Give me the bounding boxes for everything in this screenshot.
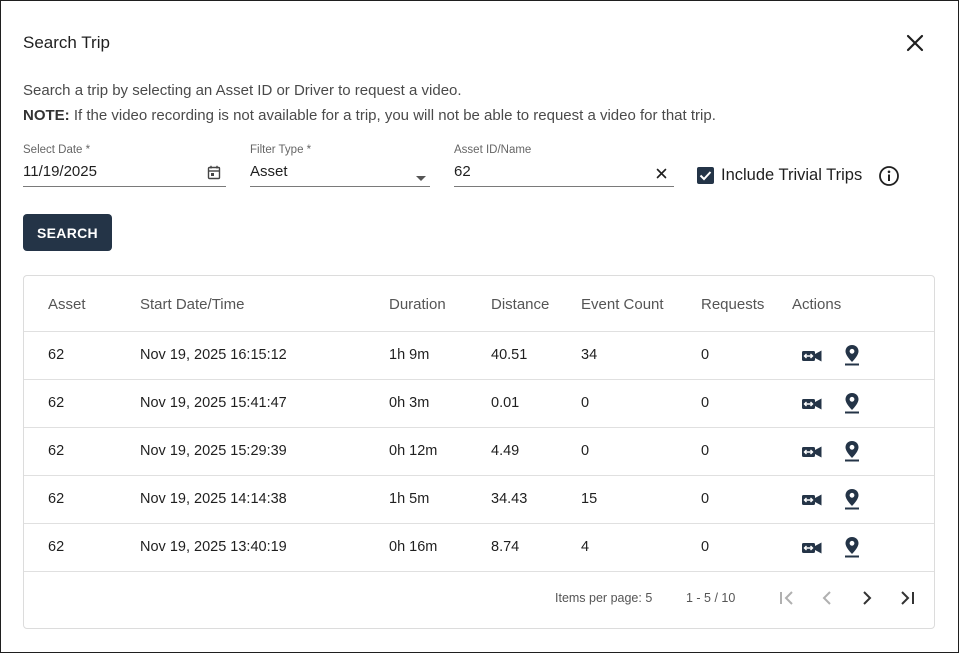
- map-pin-icon[interactable]: [844, 440, 860, 467]
- cell-requests: 0: [701, 539, 710, 555]
- cell-distance: 34.43: [491, 491, 528, 507]
- cell-event-count: 15: [581, 491, 598, 507]
- table-row: 62 Nov 19, 2025 15:41:47 0h 3m 0.01 0 0: [24, 380, 934, 428]
- cell-asset: 62: [48, 443, 65, 459]
- video-request-icon[interactable]: [801, 492, 823, 513]
- date-value: 11/19/2025: [23, 163, 97, 180]
- map-pin-icon[interactable]: [844, 488, 860, 515]
- asset-id-label: Asset ID/Name: [454, 144, 532, 156]
- filter-type-value: Asset: [250, 163, 288, 180]
- cell-duration: 1h 5m: [389, 491, 430, 507]
- asset-id-value: 62: [454, 163, 471, 180]
- asset-id-field[interactable]: Asset ID/Name 62: [454, 144, 674, 187]
- header-distance[interactable]: Distance: [491, 296, 549, 313]
- cell-requests: 0: [701, 347, 710, 363]
- cell-requests: 0: [701, 491, 710, 507]
- info-icon[interactable]: [878, 165, 900, 187]
- cell-start-date-time: Nov 19, 2025 14:14:38: [140, 491, 287, 507]
- date-label: Select Date *: [23, 144, 91, 156]
- cell-distance: 0.01: [491, 395, 520, 411]
- search-button[interactable]: SEARCH: [23, 214, 112, 251]
- last-page-icon[interactable]: [895, 586, 919, 610]
- cell-requests: 0: [701, 395, 710, 411]
- note-line: NOTE: If the video recording is not avai…: [23, 103, 716, 128]
- cell-distance: 4.49: [491, 443, 520, 459]
- cell-asset: 62: [48, 395, 65, 411]
- cell-start-date-time: Nov 19, 2025 15:41:47: [140, 395, 287, 411]
- map-pin-icon[interactable]: [844, 536, 860, 563]
- video-request-icon[interactable]: [801, 396, 823, 417]
- date-field[interactable]: Select Date * 11/19/2025: [23, 144, 226, 187]
- video-request-icon[interactable]: [801, 540, 823, 561]
- filter-type-label: Filter Type *: [250, 144, 312, 156]
- cell-event-count: 0: [581, 443, 590, 459]
- video-request-icon[interactable]: [801, 348, 823, 369]
- note-text: If the video recording is not available …: [69, 107, 716, 124]
- header-actions: Actions: [792, 296, 842, 313]
- video-request-icon[interactable]: [801, 444, 823, 465]
- table-header-row: Asset Start Date/Time Duration Distance …: [24, 276, 934, 332]
- page-range: 1 - 5 / 10: [686, 591, 736, 605]
- cell-distance: 8.74: [491, 539, 520, 555]
- cell-event-count: 0: [581, 395, 590, 411]
- table-row: 62 Nov 19, 2025 13:40:19 0h 16m 8.74 4 0: [24, 524, 934, 572]
- include-trivial-checkbox[interactable]: [697, 167, 714, 184]
- cell-start-date-time: Nov 19, 2025 16:15:12: [140, 347, 287, 363]
- calendar-icon[interactable]: [207, 165, 221, 185]
- dialog-title: Search Trip: [23, 33, 110, 52]
- items-per-page[interactable]: Items per page: 5: [555, 591, 652, 605]
- header-duration[interactable]: Duration: [389, 296, 446, 313]
- cell-event-count: 34: [581, 347, 598, 363]
- cell-asset: 62: [48, 347, 65, 363]
- include-trivial-label: Include Trivial Trips: [721, 166, 863, 184]
- paginator: Items per page: 5 1 - 5 / 10: [24, 572, 934, 628]
- next-page-icon[interactable]: [855, 586, 879, 610]
- cell-event-count: 4: [581, 539, 590, 555]
- table-row: 62 Nov 19, 2025 16:15:12 1h 9m 40.51 34 0: [24, 332, 934, 380]
- note-label: NOTE:: [23, 107, 70, 124]
- trips-table: Asset Start Date/Time Duration Distance …: [23, 275, 935, 629]
- map-pin-icon[interactable]: [844, 344, 860, 371]
- cell-duration: 0h 16m: [389, 539, 438, 555]
- cell-requests: 0: [701, 443, 710, 459]
- filter-type-select[interactable]: Filter Type * Asset: [250, 144, 430, 187]
- map-pin-icon[interactable]: [844, 392, 860, 419]
- dropdown-arrow-icon[interactable]: [415, 169, 427, 187]
- table-row: 62 Nov 19, 2025 14:14:38 1h 5m 34.43 15 0: [24, 476, 934, 524]
- clear-icon[interactable]: [656, 166, 667, 184]
- cell-start-date-time: Nov 19, 2025 13:40:19: [140, 539, 287, 555]
- table-row: 62 Nov 19, 2025 15:29:39 0h 12m 4.49 0 0: [24, 428, 934, 476]
- cell-asset: 62: [48, 491, 65, 507]
- header-requests[interactable]: Requests: [701, 296, 764, 313]
- dialog-description: Search a trip by selecting an Asset ID o…: [23, 78, 716, 128]
- cell-start-date-time: Nov 19, 2025 15:29:39: [140, 443, 287, 459]
- search-trip-dialog: Search Trip Search a trip by selecting a…: [0, 0, 959, 653]
- cell-duration: 0h 3m: [389, 395, 430, 411]
- description-line: Search a trip by selecting an Asset ID o…: [23, 82, 462, 99]
- first-page-icon[interactable]: [775, 586, 799, 610]
- header-event-count[interactable]: Event Count: [581, 296, 664, 313]
- close-icon[interactable]: [904, 32, 926, 54]
- cell-asset: 62: [48, 539, 65, 555]
- cell-distance: 40.51: [491, 347, 528, 363]
- cell-duration: 0h 12m: [389, 443, 438, 459]
- cell-duration: 1h 9m: [389, 347, 430, 363]
- header-start-date-time[interactable]: Start Date/Time: [140, 296, 244, 313]
- previous-page-icon[interactable]: [815, 586, 839, 610]
- header-asset[interactable]: Asset: [48, 296, 86, 313]
